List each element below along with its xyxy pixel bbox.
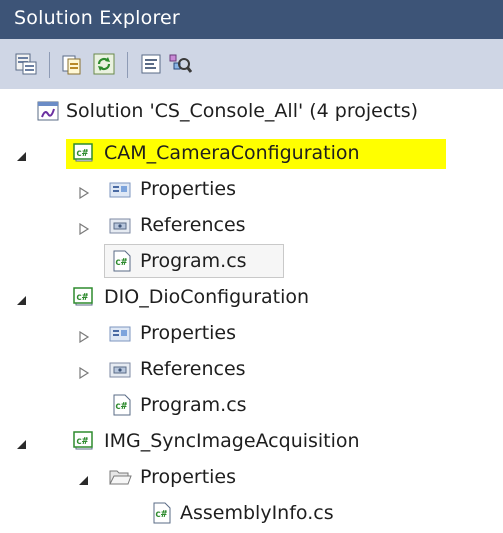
svg-text:c#: c# (76, 292, 88, 303)
csharp-project-icon: c# (72, 141, 96, 165)
collapsed-arrow-icon[interactable] (78, 364, 90, 380)
folder-references[interactable]: References (0, 207, 503, 243)
solution-label: Solution 'CS_Console_All' (4 projects) (66, 100, 419, 122)
folder-references[interactable]: References (0, 351, 503, 387)
collapsed-arrow-icon[interactable] (78, 184, 90, 200)
item-label: References (140, 214, 246, 236)
expanded-arrow-icon[interactable] (78, 472, 90, 485)
project-node-dio[interactable]: c# DIO_DioConfiguration (0, 279, 503, 315)
folder-properties[interactable]: Properties (0, 171, 503, 207)
folder-properties[interactable]: Properties (0, 315, 503, 351)
refresh-icon[interactable] (92, 52, 116, 76)
toolbar-separator (127, 52, 128, 78)
svg-text:c#: c# (76, 148, 88, 159)
csharp-file-icon: c# (110, 249, 134, 273)
svg-text:c#: c# (76, 436, 88, 447)
csharp-file-icon: c# (110, 393, 134, 417)
svg-text:c#: c# (115, 401, 127, 412)
file-assemblyinfo[interactable]: c# AssemblyInfo.cs (0, 495, 503, 531)
csharp-project-icon: c# (72, 429, 96, 453)
svg-text:c#: c# (155, 509, 167, 520)
file-program[interactable]: c# Program.cs (0, 243, 503, 279)
open-folder-icon (108, 465, 132, 489)
item-label: References (140, 358, 246, 380)
item-label: Properties (140, 466, 237, 488)
expanded-arrow-icon[interactable] (16, 148, 28, 161)
references-folder-icon (108, 357, 132, 381)
file-program[interactable]: c# Program.cs (0, 387, 503, 423)
properties-icon[interactable] (14, 52, 38, 76)
project-node-img[interactable]: c# IMG_SyncImageAcquisition (0, 423, 503, 459)
properties-folder-icon (108, 321, 132, 345)
collapsed-arrow-icon[interactable] (78, 328, 90, 344)
references-folder-icon (108, 213, 132, 237)
panel-title: Solution Explorer (14, 7, 180, 29)
project-label: IMG_SyncImageAcquisition (104, 430, 360, 452)
properties-folder-icon (108, 177, 132, 201)
solution-tree: Solution 'CS_Console_All' (4 projects) c… (0, 89, 503, 533)
view-code-icon[interactable] (139, 52, 163, 76)
toolbar (0, 39, 503, 89)
item-label: Properties (140, 322, 237, 344)
item-label: Properties (140, 178, 237, 200)
toolbar-separator (49, 52, 50, 78)
project-label: DIO_DioConfiguration (104, 286, 310, 308)
show-all-files-icon[interactable] (61, 52, 85, 76)
csharp-file-icon: c# (150, 501, 174, 525)
titlebar: Solution Explorer (0, 0, 503, 39)
folder-properties-open[interactable]: Properties (0, 459, 503, 495)
item-label: Program.cs (140, 250, 247, 272)
project-label: CAM_CameraConfiguration (104, 142, 360, 164)
expanded-arrow-icon[interactable] (16, 436, 28, 449)
item-label: AssemblyInfo.cs (180, 502, 334, 524)
expanded-arrow-icon[interactable] (16, 292, 28, 305)
collapsed-arrow-icon[interactable] (78, 220, 90, 236)
csharp-project-icon: c# (72, 285, 96, 309)
project-node-cam[interactable]: c# CAM_CameraConfiguration (0, 135, 503, 171)
solution-explorer-panel: Solution Explorer Solution 'CS_Console_A… (0, 0, 503, 533)
solution-node[interactable]: Solution 'CS_Console_All' (4 projects) (0, 93, 503, 129)
svg-text:c#: c# (115, 257, 127, 268)
solution-icon (36, 99, 60, 123)
class-view-icon[interactable] (168, 52, 193, 76)
item-label: Program.cs (140, 394, 247, 416)
